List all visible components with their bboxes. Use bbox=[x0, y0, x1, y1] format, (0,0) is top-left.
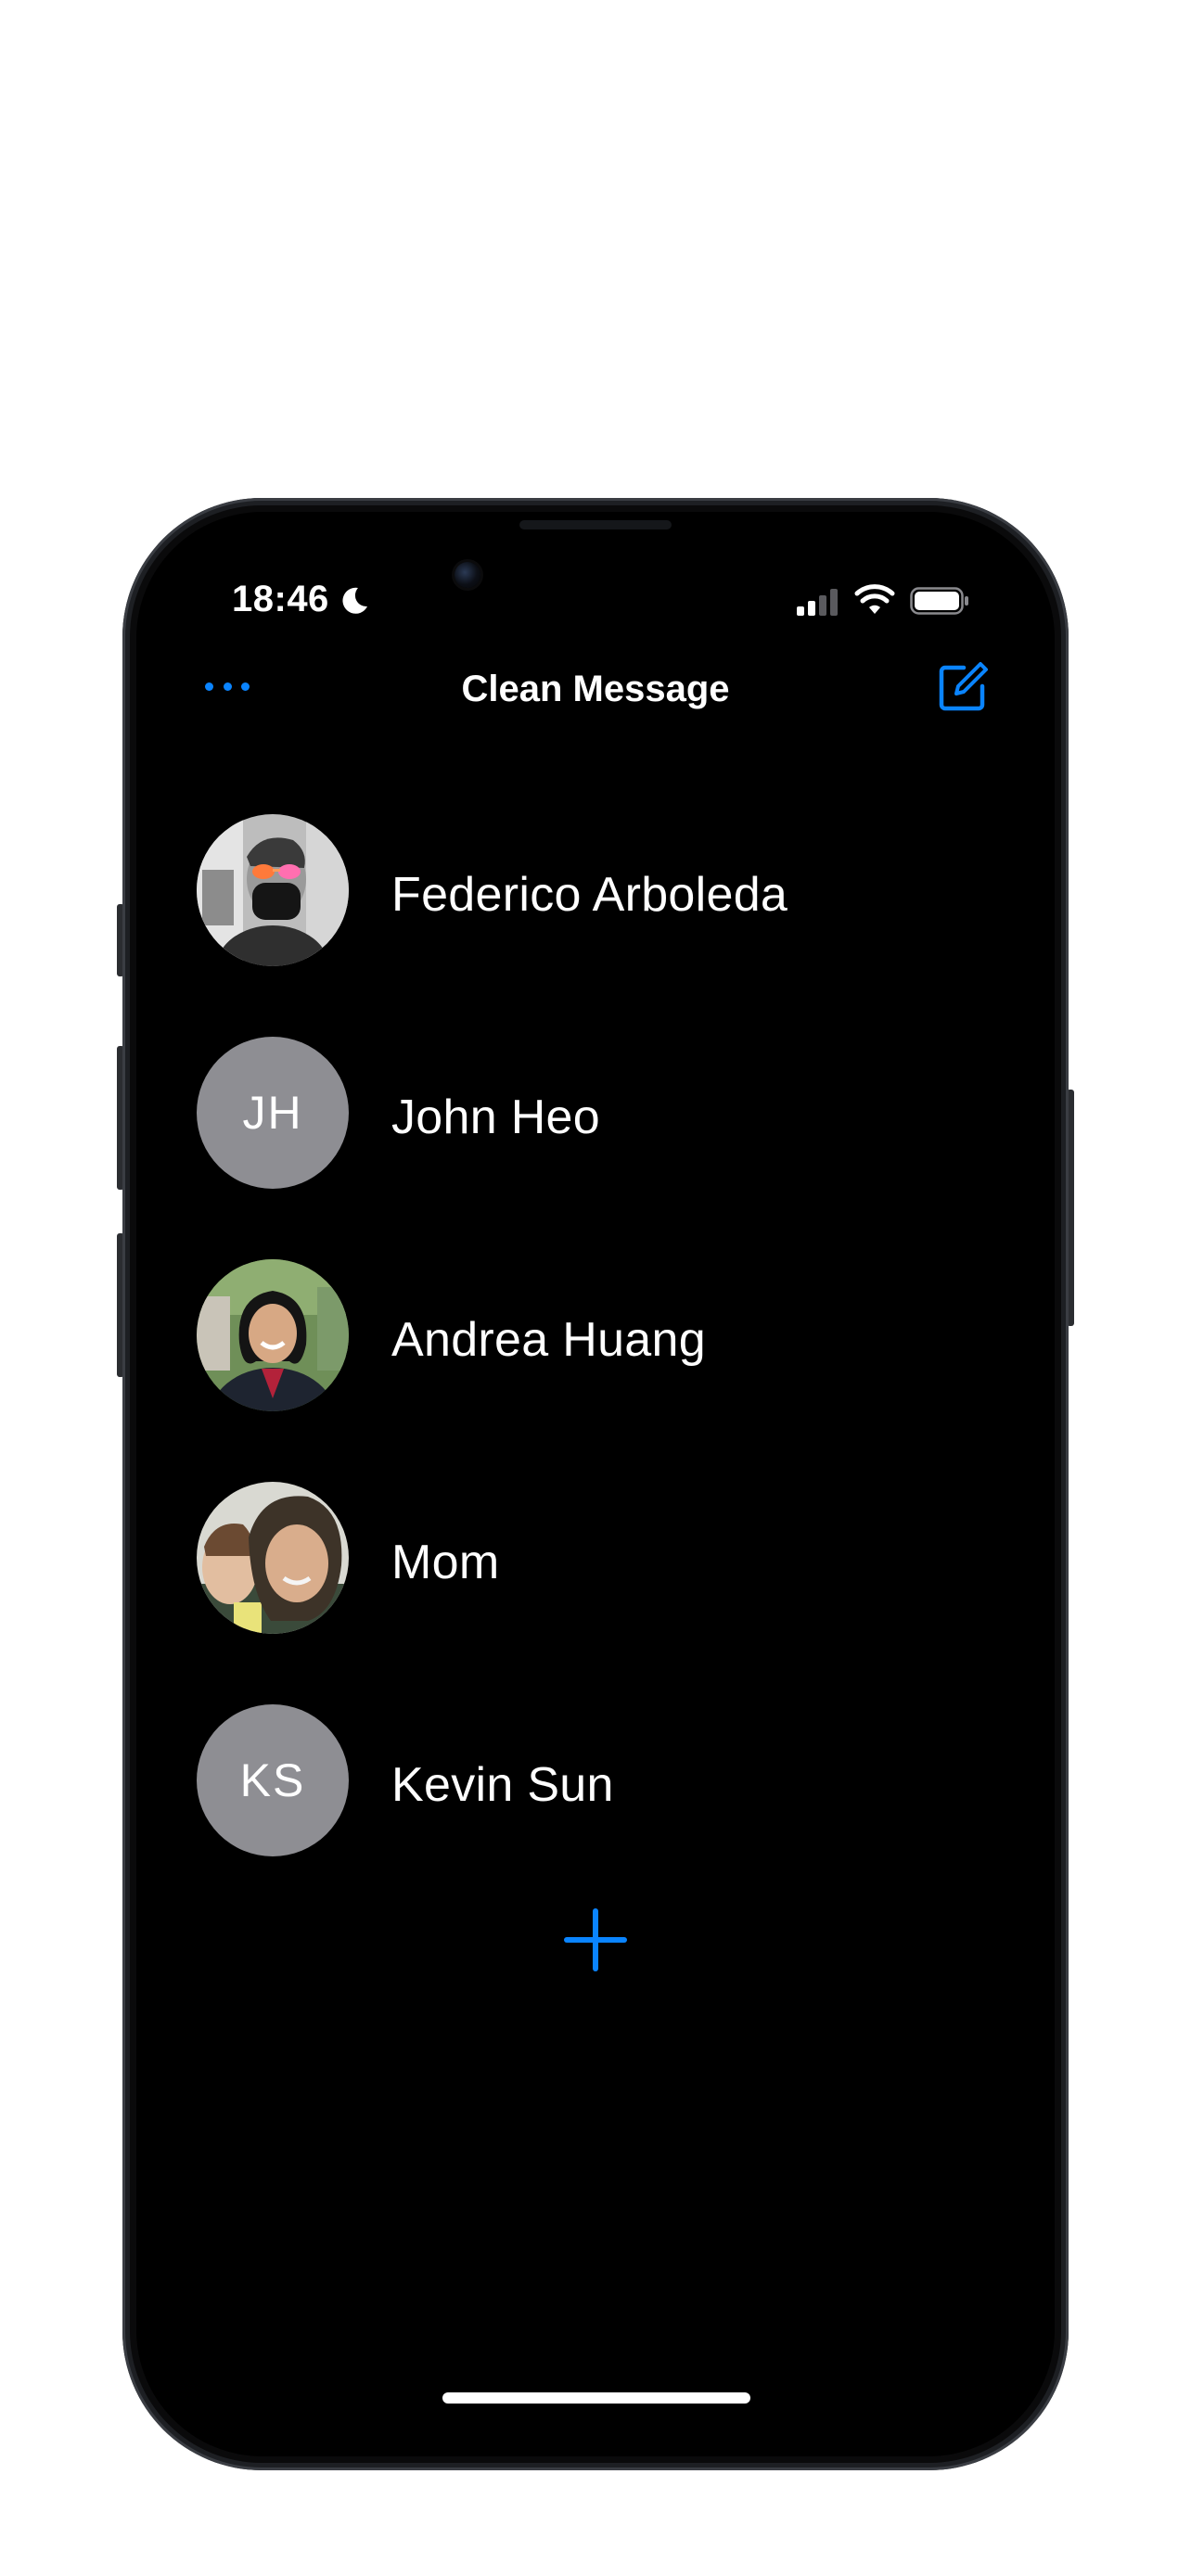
contact-row-kevin-sun[interactable]: KS Kevin Sun bbox=[136, 1669, 1055, 1892]
avatar-initials: JH bbox=[197, 1037, 349, 1189]
wifi-icon bbox=[854, 584, 895, 614]
page-title: Clean Message bbox=[461, 669, 730, 709]
compose-icon bbox=[939, 662, 988, 711]
contact-name: Kevin Sun bbox=[391, 1758, 614, 1812]
avatar-photo bbox=[197, 1482, 349, 1634]
contact-name: Andrea Huang bbox=[391, 1313, 706, 1367]
plus-icon bbox=[564, 1908, 627, 1971]
avatar-initials: KS bbox=[197, 1704, 349, 1856]
contact-row-mom[interactable]: Mom bbox=[136, 1447, 1055, 1669]
contact-list: Federico Arboleda JH John Heo Andrea Hua… bbox=[136, 779, 1055, 1892]
cellular-signal-icon bbox=[797, 589, 838, 616]
avatar-photo bbox=[197, 814, 349, 966]
contact-row-john-heo[interactable]: JH John Heo bbox=[136, 1001, 1055, 1224]
app-screen: 18:46 Clean Message Federico Arboleda JH… bbox=[136, 512, 1055, 2456]
home-indicator[interactable] bbox=[442, 2392, 750, 2404]
battery-icon bbox=[910, 587, 968, 615]
device-stage: 18:46 Clean Message Federico Arboleda JH… bbox=[0, 0, 1191, 2576]
add-contact-button[interactable] bbox=[563, 1907, 628, 1972]
moon-icon bbox=[342, 587, 367, 614]
contact-row-federico-arboleda[interactable]: Federico Arboleda bbox=[136, 779, 1055, 1001]
contact-name: John Heo bbox=[391, 1090, 600, 1144]
earpiece-speaker bbox=[519, 520, 672, 529]
status-time: 18:46 bbox=[232, 579, 329, 619]
avatar-photo bbox=[197, 1259, 349, 1411]
contact-row-andrea-huang[interactable]: Andrea Huang bbox=[136, 1224, 1055, 1447]
contact-name: Federico Arboleda bbox=[391, 868, 788, 922]
front-camera bbox=[455, 562, 480, 588]
compose-button[interactable] bbox=[936, 660, 990, 714]
contact-name: Mom bbox=[391, 1536, 500, 1589]
